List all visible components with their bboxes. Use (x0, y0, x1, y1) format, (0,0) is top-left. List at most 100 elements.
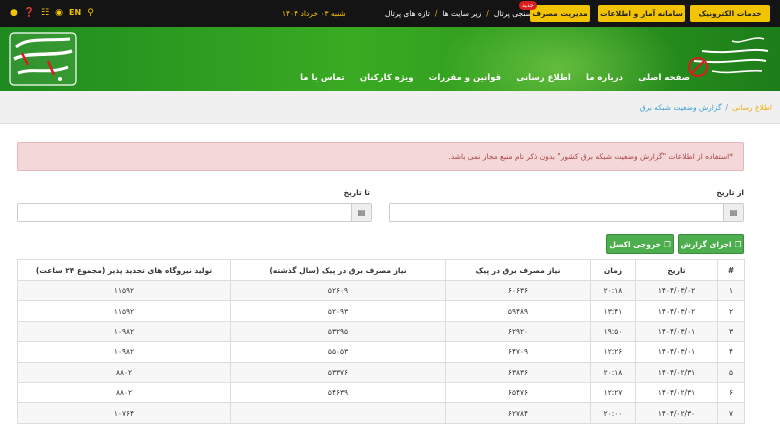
col-header-renewable-generation: تولید نیروگاه های تجدید پذیر (مجموع ۲۴ س… (17, 259, 231, 281)
site-header: صفحه اصلی درباره ما اطلاع رسانی قوانین و… (0, 27, 780, 91)
search-icon[interactable]: ⚲ (87, 8, 94, 18)
to-date-label: تا تاریخ (343, 188, 370, 197)
excel-export-label: خروجی اکسل (609, 239, 661, 249)
to-date-field[interactable]: ▤ (17, 203, 372, 222)
top-link-news[interactable]: تازه های پرتال (385, 9, 430, 18)
cell-peak-demand: ۶۰۶۳۶ (445, 279, 591, 302)
cell-renewable-generation: ۱۱۵۹۲ (17, 300, 231, 322)
grid-report-table: # تاریخ زمان نیاز مصرف برق در پیک نیاز م… (17, 259, 745, 424)
copy-icon: ❐ (663, 239, 671, 249)
col-header-peak-demand: نیاز مصرف برق در پیک (445, 259, 591, 281)
nav-contact[interactable]: تماس با ما (300, 73, 345, 83)
cell-index: ۶ (717, 381, 745, 404)
sitemap-icon[interactable]: ☷ (41, 8, 49, 18)
alert-text: *استفاده از اطلاعات "گزارش وضعیت شبکه بر… (448, 152, 733, 161)
cell-peak-demand-last-year: ۵۳۳۷۶ (230, 361, 446, 383)
help-icon[interactable]: ❓ (24, 8, 35, 18)
table-row: ۴ ۱۴۰۴/۰۳/۰۱ ۱۲:۲۶ ۶۴۷۰۹ ۵۵۰۵۳ ۱۰۹۸۲ (17, 341, 745, 363)
cell-peak-demand: ۶۲۹۲۰ (445, 320, 591, 343)
cell-time: ۲۰:۱۸ (590, 361, 636, 383)
top-link-subsites[interactable]: زیر سایت ها (442, 9, 481, 18)
cell-date: ۱۴۰۴/۰۲/۳۱ (635, 361, 718, 383)
en-link[interactable]: EN (69, 8, 81, 18)
nav-laws[interactable]: قوانین و مقررات (429, 73, 501, 83)
breadcrumb-parent[interactable]: اطلاع رسانی (732, 103, 772, 112)
top-links: نظرسنجی پرتال / زیر سایت ها / تازه های پ… (385, 9, 544, 18)
col-header-index: # (717, 259, 745, 281)
cell-peak-demand-last-year: ۵۲۶۰۹ (230, 279, 446, 302)
table-row: ۶ ۱۴۰۴/۰۲/۳۱ ۱۲:۲۷ ۶۵۴۷۶ ۵۴۶۳۹ ۸۸۰۲ (17, 381, 745, 404)
cell-peak-demand: ۶۲۷۸۴ (445, 402, 591, 424)
top-bar: ● ❓ ☷ ◉ EN ⚲ شنبه ۰۳ خرداد ۱۴۰۴ نظرسنجی … (0, 0, 780, 27)
new-badge: جدید (519, 1, 537, 10)
cell-index: ۱ (717, 279, 745, 302)
cell-date: ۱۴۰۴/۰۳/۰۱ (635, 341, 718, 363)
table-header-row: # تاریخ زمان نیاز مصرف برق در پیک نیاز م… (17, 259, 745, 281)
nav-staff[interactable]: ویژه کارکنان (360, 73, 414, 83)
breadcrumb: اطلاع رسانی / گزارش وضعیت شبکه برق (0, 91, 780, 124)
cell-peak-demand: ۵۹۴۸۹ (445, 300, 591, 322)
cell-renewable-generation: ۱۰۹۸۲ (17, 320, 231, 343)
run-report-button[interactable]: اجرای گزارش ❐ (678, 234, 744, 254)
cell-renewable-generation: ۸۸۰۲ (17, 361, 231, 383)
cell-renewable-generation: ۱۱۵۹۲ (17, 279, 231, 302)
main-nav: صفحه اصلی درباره ما اطلاع رسانی قوانین و… (300, 73, 690, 83)
cell-time: ۱۲:۲۶ (590, 341, 636, 363)
current-date: شنبه ۰۳ خرداد ۱۴۰۴ (282, 9, 346, 18)
stats-system-button[interactable]: سامانه آمار و اطلاعات (598, 5, 685, 22)
table-row: ۳ ۱۴۰۴/۰۳/۰۱ ۱۹:۵۰ ۶۲۹۲۰ ۵۳۲۹۵ ۱۰۹۸۲ (17, 320, 745, 343)
cell-peak-demand-last-year: ۵۲۰۹۳ (230, 300, 446, 322)
cell-renewable-generation: ۱۰۹۸۲ (17, 341, 231, 363)
to-date-calendar-icon[interactable]: ▤ (351, 204, 371, 221)
cell-peak-demand: ۶۳۸۳۶ (445, 361, 591, 383)
cell-time: ۱۹:۵۰ (590, 320, 636, 343)
breadcrumb-current[interactable]: گزارش وضعیت شبکه برق (640, 103, 722, 112)
cell-renewable-generation: ۱۰۷۶۴ (17, 402, 231, 424)
copyright-alert: *استفاده از اطلاعات "گزارش وضعیت شبکه بر… (17, 142, 744, 171)
cell-peak-demand-last-year: ۵۴۶۳۹ (230, 381, 446, 404)
nav-news[interactable]: اطلاع رسانی (516, 73, 570, 83)
from-date-calendar-icon[interactable]: ▤ (723, 204, 743, 221)
top-link-separator: / (434, 9, 438, 18)
table-row: ۵ ۱۴۰۴/۰۲/۳۱ ۲۰:۱۸ ۶۳۸۳۶ ۵۳۳۷۶ ۸۸۰۲ (17, 361, 745, 383)
nav-about[interactable]: درباره ما (586, 73, 623, 83)
cell-time: ۲۰:۱۸ (590, 279, 636, 302)
breadcrumb-separator: / (725, 103, 729, 112)
cell-peak-demand-last-year (230, 402, 446, 424)
table-row: ۲ ۱۴۰۴/۰۳/۰۲ ۱۳:۴۱ ۵۹۴۸۹ ۵۲۰۹۳ ۱۱۵۹۲ (17, 300, 745, 322)
consumption-management-button[interactable]: مدیریت مصرف (530, 5, 590, 22)
cell-peak-demand-last-year: ۵۵۰۵۳ (230, 341, 446, 363)
cell-peak-demand: ۶۵۴۷۶ (445, 381, 591, 404)
cell-index: ۴ (717, 341, 745, 363)
from-date-input[interactable] (390, 204, 720, 221)
col-header-time: زمان (590, 259, 636, 281)
campaign-logo[interactable] (8, 31, 78, 87)
top-icons: ● ❓ ☷ ◉ EN ⚲ (10, 8, 94, 18)
col-header-peak-demand-last-year: نیاز مصرف برق در پیک (سال گذشته) (230, 259, 446, 281)
cell-index: ۵ (717, 361, 745, 383)
cell-renewable-generation: ۸۸۰۲ (17, 381, 231, 404)
to-date-input[interactable] (18, 204, 348, 221)
accessibility-icon[interactable]: ● (10, 8, 18, 18)
from-date-label: از تاریخ (716, 188, 744, 197)
cell-time: ۲۰:۰۰ (590, 402, 636, 424)
nav-home[interactable]: صفحه اصلی (638, 73, 690, 83)
run-report-label: اجرای گزارش (680, 239, 732, 249)
cell-date: ۱۴۰۴/۰۳/۰۲ (635, 279, 718, 302)
cell-time: ۱۳:۴۱ (590, 300, 636, 322)
cell-date: ۱۴۰۴/۰۲/۳۱ (635, 381, 718, 404)
from-date-field[interactable]: ▤ (389, 203, 744, 222)
table-row: ۷ ۱۴۰۴/۰۲/۳۰ ۲۰:۰۰ ۶۲۷۸۴ ۱۰۷۶۴ (17, 402, 745, 424)
table-row: ۱ ۱۴۰۴/۰۳/۰۲ ۲۰:۱۸ ۶۰۶۳۶ ۵۲۶۰۹ ۱۱۵۹۲ (17, 279, 745, 302)
top-link-separator: / (486, 9, 489, 18)
cell-index: ۲ (717, 300, 745, 322)
cell-date: ۱۴۰۴/۰۲/۳۰ (635, 402, 718, 424)
rss-icon[interactable]: ◉ (55, 8, 63, 18)
e-services-button[interactable]: خدمات الکترونیک (690, 5, 770, 22)
cell-peak-demand-last-year: ۵۳۲۹۵ (230, 320, 446, 343)
col-header-date: تاریخ (635, 259, 718, 281)
cell-index: ۳ (717, 320, 745, 343)
excel-export-button[interactable]: خروجی اکسل ❐ (606, 234, 674, 254)
cell-date: ۱۴۰۴/۰۳/۰۲ (635, 300, 718, 322)
cell-time: ۱۲:۲۷ (590, 381, 636, 404)
